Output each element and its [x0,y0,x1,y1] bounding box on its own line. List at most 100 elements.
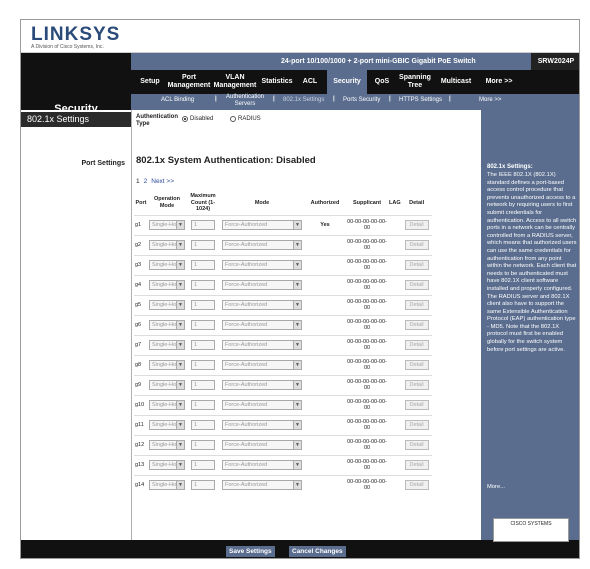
detail-button[interactable]: Detail [404,320,429,330]
operation-mode-select[interactable]: Single-Host ▼ [149,280,185,290]
max-count-input[interactable]: 1 [191,340,215,350]
nav-security[interactable]: Security [327,70,367,94]
mode-select[interactable]: Force-Authorized ▼ [222,360,302,370]
detail-button[interactable]: Detail [404,340,429,350]
radio-icon[interactable] [230,116,236,122]
max-count-input[interactable]: 1 [191,220,215,230]
detail-button[interactable]: Detail [404,240,429,250]
nav-spanning-tree[interactable]: Spanning Tree [397,70,433,94]
max-count-input[interactable]: 1 [191,380,215,390]
detail-button[interactable]: Detail [404,480,429,491]
mode-select[interactable]: Force-Authorized ▼ [222,340,302,350]
operation-mode-select[interactable]: Single-Host ▼ [149,340,185,350]
chevron-down-icon[interactable]: ▼ [176,461,184,469]
chevron-down-icon[interactable]: ▼ [176,381,184,389]
max-count-input[interactable]: 1 [191,460,215,470]
max-count-input[interactable]: 1 [191,480,215,491]
chevron-down-icon[interactable]: ▼ [293,321,301,329]
chevron-down-icon[interactable]: ▼ [293,221,301,229]
max-count-input[interactable]: 1 [191,320,215,330]
radio-selected-icon[interactable] [182,116,188,122]
operation-mode-select[interactable]: Single-Host ▼ [149,220,185,230]
save-settings-button[interactable]: Save Settings [226,546,275,557]
max-count-input[interactable]: 1 [191,440,215,450]
operation-mode-select[interactable]: Single-Host ▼ [149,480,185,491]
nav-more[interactable]: More >> [481,70,517,94]
subnav-8021x-settings[interactable]: 802.1x Settings [283,97,324,103]
cancel-changes-button[interactable]: Cancel Changes [289,546,346,557]
page-2[interactable]: 2 [144,178,148,185]
subnav-acl-binding[interactable]: ACL Binding [161,97,194,103]
operation-mode-select[interactable]: Single-Host ▼ [149,380,185,390]
subnav-authentication-servers[interactable]: Authentication Servers [225,94,265,108]
max-count-input[interactable]: 1 [191,260,215,270]
chevron-down-icon[interactable]: ▼ [176,421,184,429]
chevron-down-icon[interactable]: ▼ [293,481,301,490]
detail-button[interactable]: Detail [404,280,429,290]
detail-button[interactable]: Detail [404,420,429,430]
chevron-down-icon[interactable]: ▼ [293,361,301,369]
operation-mode-select[interactable]: Single-Host ▼ [149,240,185,250]
chevron-down-icon[interactable]: ▼ [176,321,184,329]
help-more-link[interactable]: More... [487,484,505,492]
chevron-down-icon[interactable]: ▼ [176,361,184,369]
chevron-down-icon[interactable]: ▼ [293,301,301,309]
chevron-down-icon[interactable]: ▼ [293,381,301,389]
nav-setup[interactable]: Setup [135,70,165,94]
next-page-link[interactable]: Next >> [151,178,174,185]
chevron-down-icon[interactable]: ▼ [293,401,301,409]
max-count-input[interactable]: 1 [191,280,215,290]
detail-button[interactable]: Detail [404,440,429,450]
mode-select[interactable]: Force-Authorized ▼ [222,480,302,491]
operation-mode-select[interactable]: Single-Host ▼ [149,420,185,430]
nav-vlan-management[interactable]: VLAN Management [213,70,257,94]
mode-select[interactable]: Force-Authorized ▼ [222,440,302,450]
mode-select[interactable]: Force-Authorized ▼ [222,400,302,410]
chevron-down-icon[interactable]: ▼ [176,341,184,349]
operation-mode-select[interactable]: Single-Host ▼ [149,460,185,470]
mode-select[interactable]: Force-Authorized ▼ [222,300,302,310]
detail-button[interactable]: Detail [404,460,429,470]
max-count-input[interactable]: 1 [191,240,215,250]
detail-button[interactable]: Detail [404,260,429,270]
chevron-down-icon[interactable]: ▼ [176,441,184,449]
operation-mode-select[interactable]: Single-Host ▼ [149,440,185,450]
chevron-down-icon[interactable]: ▼ [176,241,184,249]
max-count-input[interactable]: 1 [191,360,215,370]
nav-multicast[interactable]: Multicast [437,70,475,94]
max-count-input[interactable]: 1 [191,300,215,310]
operation-mode-select[interactable]: Single-Host ▼ [149,320,185,330]
chevron-down-icon[interactable]: ▼ [176,221,184,229]
max-count-input[interactable]: 1 [191,400,215,410]
operation-mode-select[interactable]: Single-Host ▼ [149,300,185,310]
operation-mode-select[interactable]: Single-Host ▼ [149,260,185,270]
max-count-input[interactable]: 1 [191,420,215,430]
chevron-down-icon[interactable]: ▼ [176,261,184,269]
auth-radio-disabled[interactable]: Disabled [182,116,213,122]
auth-radio-radius[interactable]: RADIUS [230,116,261,122]
chevron-down-icon[interactable]: ▼ [176,481,184,490]
chevron-down-icon[interactable]: ▼ [293,281,301,289]
chevron-down-icon[interactable]: ▼ [176,301,184,309]
mode-select[interactable]: Force-Authorized ▼ [222,460,302,470]
mode-select[interactable]: Force-Authorized ▼ [222,220,302,230]
mode-select[interactable]: Force-Authorized ▼ [222,280,302,290]
operation-mode-select[interactable]: Single-Host ▼ [149,360,185,370]
page-1[interactable]: 1 [136,178,140,185]
subnav-more[interactable]: More >> [479,97,501,103]
nav-statistics[interactable]: Statistics [259,70,295,94]
chevron-down-icon[interactable]: ▼ [293,421,301,429]
subnav-https-settings[interactable]: HTTPS Settings [399,97,442,103]
detail-button[interactable]: Detail [404,400,429,410]
chevron-down-icon[interactable]: ▼ [293,461,301,469]
chevron-down-icon[interactable]: ▼ [293,441,301,449]
chevron-down-icon[interactable]: ▼ [176,281,184,289]
operation-mode-select[interactable]: Single-Host ▼ [149,400,185,410]
chevron-down-icon[interactable]: ▼ [293,241,301,249]
detail-button[interactable]: Detail [404,300,429,310]
chevron-down-icon[interactable]: ▼ [293,341,301,349]
mode-select[interactable]: Force-Authorized ▼ [222,240,302,250]
mode-select[interactable]: Force-Authorized ▼ [222,420,302,430]
mode-select[interactable]: Force-Authorized ▼ [222,260,302,270]
mode-select[interactable]: Force-Authorized ▼ [222,320,302,330]
